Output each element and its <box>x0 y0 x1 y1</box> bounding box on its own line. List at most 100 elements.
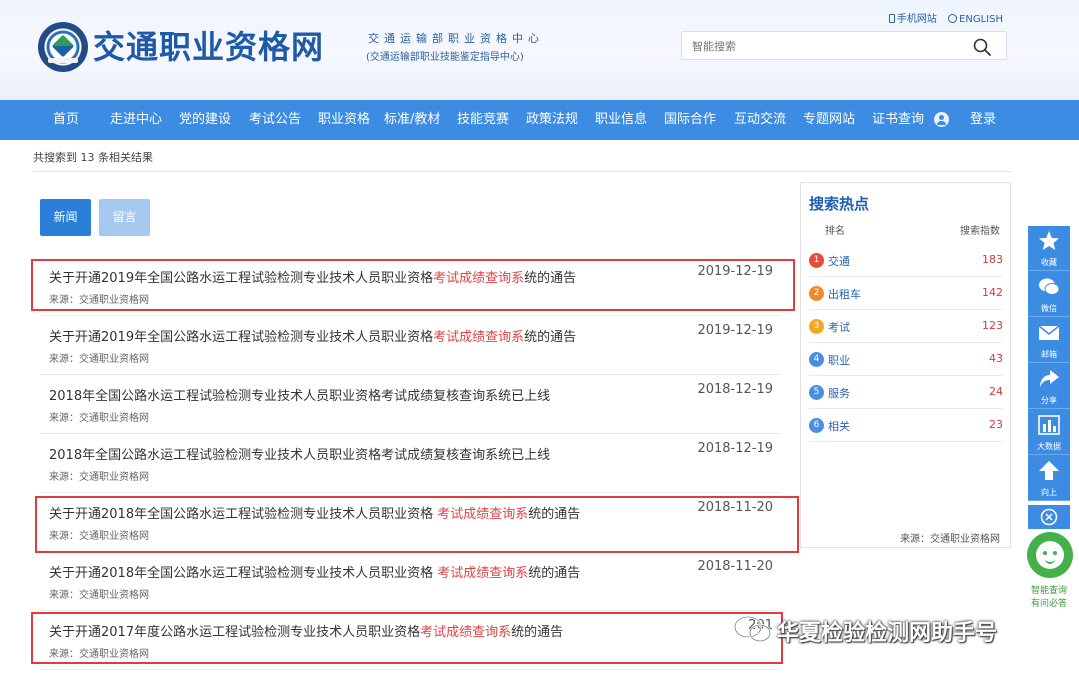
nav-exam-notice[interactable]: 考试公告 <box>249 100 301 140</box>
center-name: 交通运输部职业资格中心 <box>368 32 544 45</box>
side-toolbar: 收藏 微信 邮箱 分享 大数据 向上 <box>1028 226 1070 501</box>
bar-chart-icon <box>1038 415 1060 435</box>
bigdata-button[interactable]: 大数据 <box>1028 410 1070 455</box>
site-logo-icon[interactable] <box>38 22 88 72</box>
top-links: 手机网站 ENGLISH <box>881 10 1003 25</box>
nav-international[interactable]: 国际合作 <box>664 100 716 140</box>
search-input[interactable] <box>692 36 962 56</box>
center-subtitle: (交通运输部职业技能鉴定指导中心) <box>366 52 524 63</box>
result-source: 来源：交通职业资格网 <box>49 472 149 483</box>
main-nav: 首页 走进中心 党的建设 考试公告 职业资格 标准/教材 技能竞赛 政策法规 职… <box>0 100 1079 140</box>
result-date: 2018-11-20 <box>697 559 773 574</box>
search-box <box>681 31 1007 60</box>
hot-word[interactable]: 职业 <box>828 352 850 368</box>
hot-value: 23 <box>989 418 1003 431</box>
hot-item[interactable]: 3 考试 123 <box>809 310 1003 343</box>
highlight-frame <box>31 612 783 664</box>
nav-standards[interactable]: 标准/教材 <box>384 100 440 140</box>
result-count: 共搜索到 13 条相关结果 <box>33 151 153 164</box>
result-date: 2018-12-19 <box>697 382 773 397</box>
nav-policy[interactable]: 政策法规 <box>526 100 578 140</box>
phone-icon <box>888 14 895 23</box>
hot-value: 43 <box>989 352 1003 365</box>
result-title[interactable]: 关于开通2019年全国公路水运工程试验检测专业技术人员职业资格考试成绩查询系统的… <box>49 326 576 345</box>
hot-search-panel: 搜索热点 排名 搜索指数 1 交通 183 2 出租车 142 3 考试 123… <box>800 182 1011 548</box>
wechat-logo-icon <box>733 615 772 643</box>
nav-about-center[interactable]: 走进中心 <box>110 100 162 140</box>
hot-item[interactable]: 1 交通 183 <box>809 244 1003 277</box>
mobile-site-link[interactable]: 手机网站 <box>888 14 937 25</box>
hot-col-index: 搜索指数 <box>960 226 1000 237</box>
site-header: 交通职业资格网 交通运输部职业资格中心 (交通运输部职业技能鉴定指导中心) 手机… <box>0 0 1079 100</box>
nav-skill-competition[interactable]: 技能竞赛 <box>457 100 509 140</box>
english-link[interactable]: ENGLISH <box>948 14 1003 25</box>
hot-word[interactable]: 交通 <box>828 253 850 269</box>
nav-interaction[interactable]: 互动交流 <box>734 100 786 140</box>
rank-badge: 6 <box>809 418 824 433</box>
divider <box>33 171 1011 172</box>
result-item[interactable]: 关于开通2019年全国公路水运工程试验检测专业技术人员职业资格考试成绩查询系统的… <box>40 317 780 375</box>
tab-news[interactable]: 新闻 <box>40 199 91 236</box>
result-title[interactable]: 2018年全国公路水运工程试验检测专业技术人员职业资格考试成绩复核查询系统已上线 <box>49 444 550 463</box>
hot-search-title: 搜索热点 <box>809 195 870 213</box>
assistant-label[interactable]: 智能查询 <box>1024 583 1074 596</box>
hot-source: 来源：交通职业资格网 <box>900 534 1000 545</box>
nav-topic-sites[interactable]: 专题网站 <box>803 100 855 140</box>
rank-badge: 1 <box>809 253 824 268</box>
rank-badge: 2 <box>809 286 824 301</box>
watermark-text: 华夏检验检测网助手号 <box>777 621 998 646</box>
hot-col-rank: 排名 <box>825 226 845 237</box>
star-icon <box>1039 231 1059 250</box>
close-icon <box>1040 508 1058 526</box>
hot-item[interactable]: 2 出租车 142 <box>809 277 1003 310</box>
hot-value: 123 <box>982 319 1003 332</box>
favorite-button[interactable]: 收藏 <box>1028 226 1070 271</box>
hot-item[interactable]: 6 相关 23 <box>809 409 1003 442</box>
hot-word[interactable]: 相关 <box>828 418 850 434</box>
result-source: 来源：交通职业资格网 <box>49 590 149 601</box>
result-date: 2019-12-19 <box>697 323 773 338</box>
nav-qualification[interactable]: 职业资格 <box>318 100 370 140</box>
result-item[interactable]: 2018年全国公路水运工程试验检测专业技术人员职业资格考试成绩复核查询系统已上线… <box>40 376 780 434</box>
result-item[interactable]: 关于开通2018年全国公路水运工程试验检测专业技术人员职业资格 考试成绩查询系统… <box>40 553 780 611</box>
tab-messages[interactable]: 留言 <box>99 199 150 236</box>
hot-word[interactable]: 服务 <box>828 385 850 401</box>
back-to-top-button[interactable]: 向上 <box>1028 456 1070 501</box>
hot-item[interactable]: 5 服务 24 <box>809 376 1003 409</box>
share-button[interactable]: 分享 <box>1028 364 1070 409</box>
wechat-icon <box>1039 278 1060 295</box>
result-item[interactable]: 2018年全国公路水运工程试验检测专业技术人员职业资格考试成绩复核查询系统已上线… <box>40 435 780 493</box>
hot-value: 24 <box>989 385 1003 398</box>
result-source: 来源：交通职业资格网 <box>49 354 149 365</box>
hot-item[interactable]: 4 职业 43 <box>809 343 1003 376</box>
rank-badge: 4 <box>809 352 824 367</box>
hot-value: 142 <box>982 286 1003 299</box>
hot-word[interactable]: 出租车 <box>828 286 861 302</box>
result-date: 2018-12-19 <box>697 441 773 456</box>
wechat-button[interactable]: 微信 <box>1028 272 1070 317</box>
mail-icon <box>1038 325 1060 340</box>
share-icon <box>1040 370 1059 387</box>
nav-party-building[interactable]: 党的建设 <box>179 100 231 140</box>
nav-certificate-query[interactable]: 证书查询 <box>872 100 924 140</box>
rank-badge: 5 <box>809 385 824 400</box>
arrow-up-icon <box>1039 461 1059 480</box>
smart-assistant-icon[interactable] <box>1027 532 1073 578</box>
hot-value: 183 <box>982 253 1003 266</box>
mail-button[interactable]: 邮箱 <box>1028 318 1070 363</box>
search-icon[interactable] <box>972 37 992 57</box>
close-toolbar-button[interactable] <box>1028 505 1070 529</box>
site-title[interactable]: 交通职业资格网 <box>93 22 324 68</box>
nav-login[interactable]: 登录 <box>970 100 996 140</box>
globe-icon <box>948 14 958 23</box>
user-icon[interactable] <box>934 112 949 127</box>
assistant-label[interactable]: 有问必答 <box>1024 596 1074 609</box>
result-title[interactable]: 关于开通2018年全国公路水运工程试验检测专业技术人员职业资格 考试成绩查询系统… <box>49 562 580 581</box>
hot-word[interactable]: 考试 <box>828 319 850 335</box>
result-source: 来源：交通职业资格网 <box>49 413 149 424</box>
highlight-frame <box>35 496 799 553</box>
result-title[interactable]: 2018年全国公路水运工程试验检测专业技术人员职业资格考试成绩复核查询系统已上线 <box>49 385 550 404</box>
nav-career-info[interactable]: 职业信息 <box>595 100 647 140</box>
nav-home[interactable]: 首页 <box>53 100 79 140</box>
rank-badge: 3 <box>809 319 824 334</box>
